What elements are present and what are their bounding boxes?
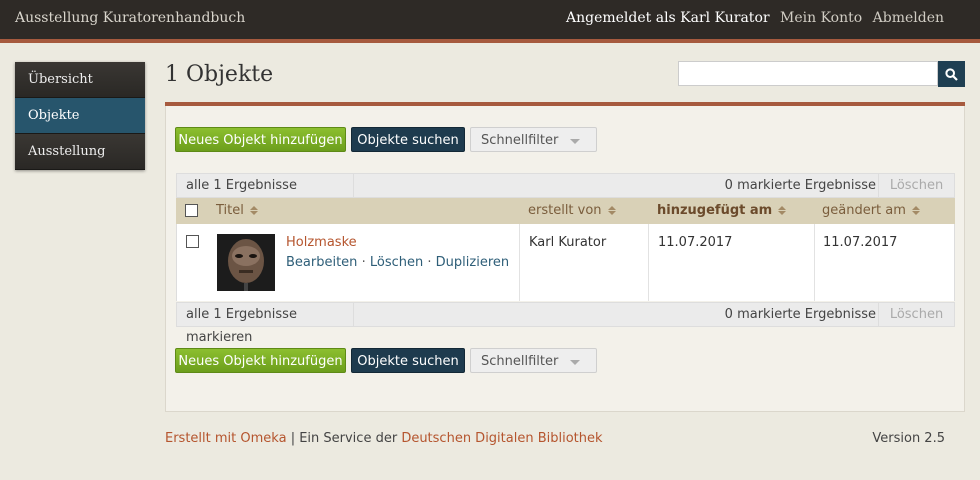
version-label: Version 2.5 [872,431,945,446]
site-title[interactable]: Ausstellung Kuratorenhandbuch [15,10,245,26]
select-all-link[interactable]: alle 1 Ergebnisse markieren [177,303,354,345]
footer-text: | Ein Service der [290,431,398,446]
sort-icon [249,206,258,215]
sort-icon [607,206,616,215]
search-button[interactable] [938,61,965,87]
chevron-down-icon [570,360,580,365]
row-actions: Bearbeiten · Löschen · Duplizieren [286,255,509,270]
separator: · [361,255,366,270]
column-divider [648,224,649,301]
chevron-down-icon [570,139,580,144]
ddb-link[interactable]: Deutschen Digitalen Bibliothek [401,431,602,446]
search-input[interactable] [678,61,938,86]
delete-link[interactable]: Löschen [370,255,423,270]
user-nav: Angemeldet als Karl Kurator Mein Konto A… [560,10,944,26]
quick-filter-dropdown[interactable]: Schnellfilter [470,127,597,152]
separator: · [427,255,432,270]
column-divider [814,224,815,301]
batch-delete-button[interactable]: Löschen [878,174,954,197]
search-items-button[interactable]: Objekte suchen [351,127,465,152]
item-title-link[interactable]: Holzmaske [286,235,357,250]
quick-filter-label: Schnellfilter [481,133,559,148]
batch-bar-top: alle 1 Ergebnisse markieren 0 markierte … [176,173,955,216]
column-added[interactable]: hinzugefügt am [657,198,787,224]
batch-bar-bottom: alle 1 Ergebnisse markieren 0 markierte … [176,302,955,345]
add-item-button[interactable]: Neues Objekt hinzufügen [175,348,346,373]
column-title-label: Titel [216,203,244,218]
column-creator[interactable]: erstellt von [528,198,616,224]
row-checkbox[interactable] [186,235,199,248]
select-all-link[interactable]: alle 1 Ergebnisse markieren [177,174,354,216]
quick-filter-label: Schnellfilter [481,354,559,369]
creator-cell: Karl Kurator [529,235,607,250]
my-account-link[interactable]: Mein Konto [780,10,862,26]
selected-count: 0 markierte Ergebnisse [724,178,876,193]
add-item-button[interactable]: Neues Objekt hinzufügen [175,127,346,152]
sidebar-item-overview[interactable]: Übersicht [15,62,145,98]
batch-delete-button[interactable]: Löschen [878,303,954,326]
column-title[interactable]: Titel [216,198,258,224]
mask-image [217,234,275,291]
added-cell: 11.07.2017 [658,235,733,250]
sort-icon [911,206,920,215]
search-icon [945,68,958,81]
logged-in-label: Angemeldet als Karl Kurator [565,10,770,26]
table-header: Titel erstellt von hinzugefügt am geände… [176,198,955,224]
edit-link[interactable]: Bearbeiten [286,255,357,270]
quick-filter-dropdown[interactable]: Schnellfilter [470,348,597,373]
column-modified[interactable]: geändert am [822,198,920,224]
page-title: 1 Objekte [165,62,274,87]
sidebar: Übersicht Objekte Ausstellung [15,62,145,170]
sort-icon [778,206,787,215]
footer: Erstellt mit Omeka | Ein Service der Deu… [165,431,603,446]
selected-count: 0 markierte Ergebnisse [724,307,876,322]
top-bar: Ausstellung Kuratorenhandbuch Angemeldet… [0,0,980,39]
item-thumbnail[interactable] [217,234,275,291]
column-divider [519,224,520,301]
column-creator-label: erstellt von [528,203,602,218]
column-modified-label: geändert am [822,203,906,218]
duplicate-link[interactable]: Duplizieren [436,255,509,270]
omeka-link[interactable]: Erstellt mit Omeka [165,431,287,446]
column-added-label: hinzugefügt am [657,203,773,218]
logout-link[interactable]: Abmelden [873,10,944,26]
select-all-checkbox[interactable] [185,204,198,217]
sidebar-item-exhibit[interactable]: Ausstellung [15,134,145,170]
table-row: Holzmaske Bearbeiten · Löschen · Duplizi… [176,224,955,301]
search-items-button[interactable]: Objekte suchen [351,348,465,373]
header-accent-line [0,39,980,43]
sidebar-item-items[interactable]: Objekte [15,98,145,134]
modified-cell: 11.07.2017 [823,235,898,250]
